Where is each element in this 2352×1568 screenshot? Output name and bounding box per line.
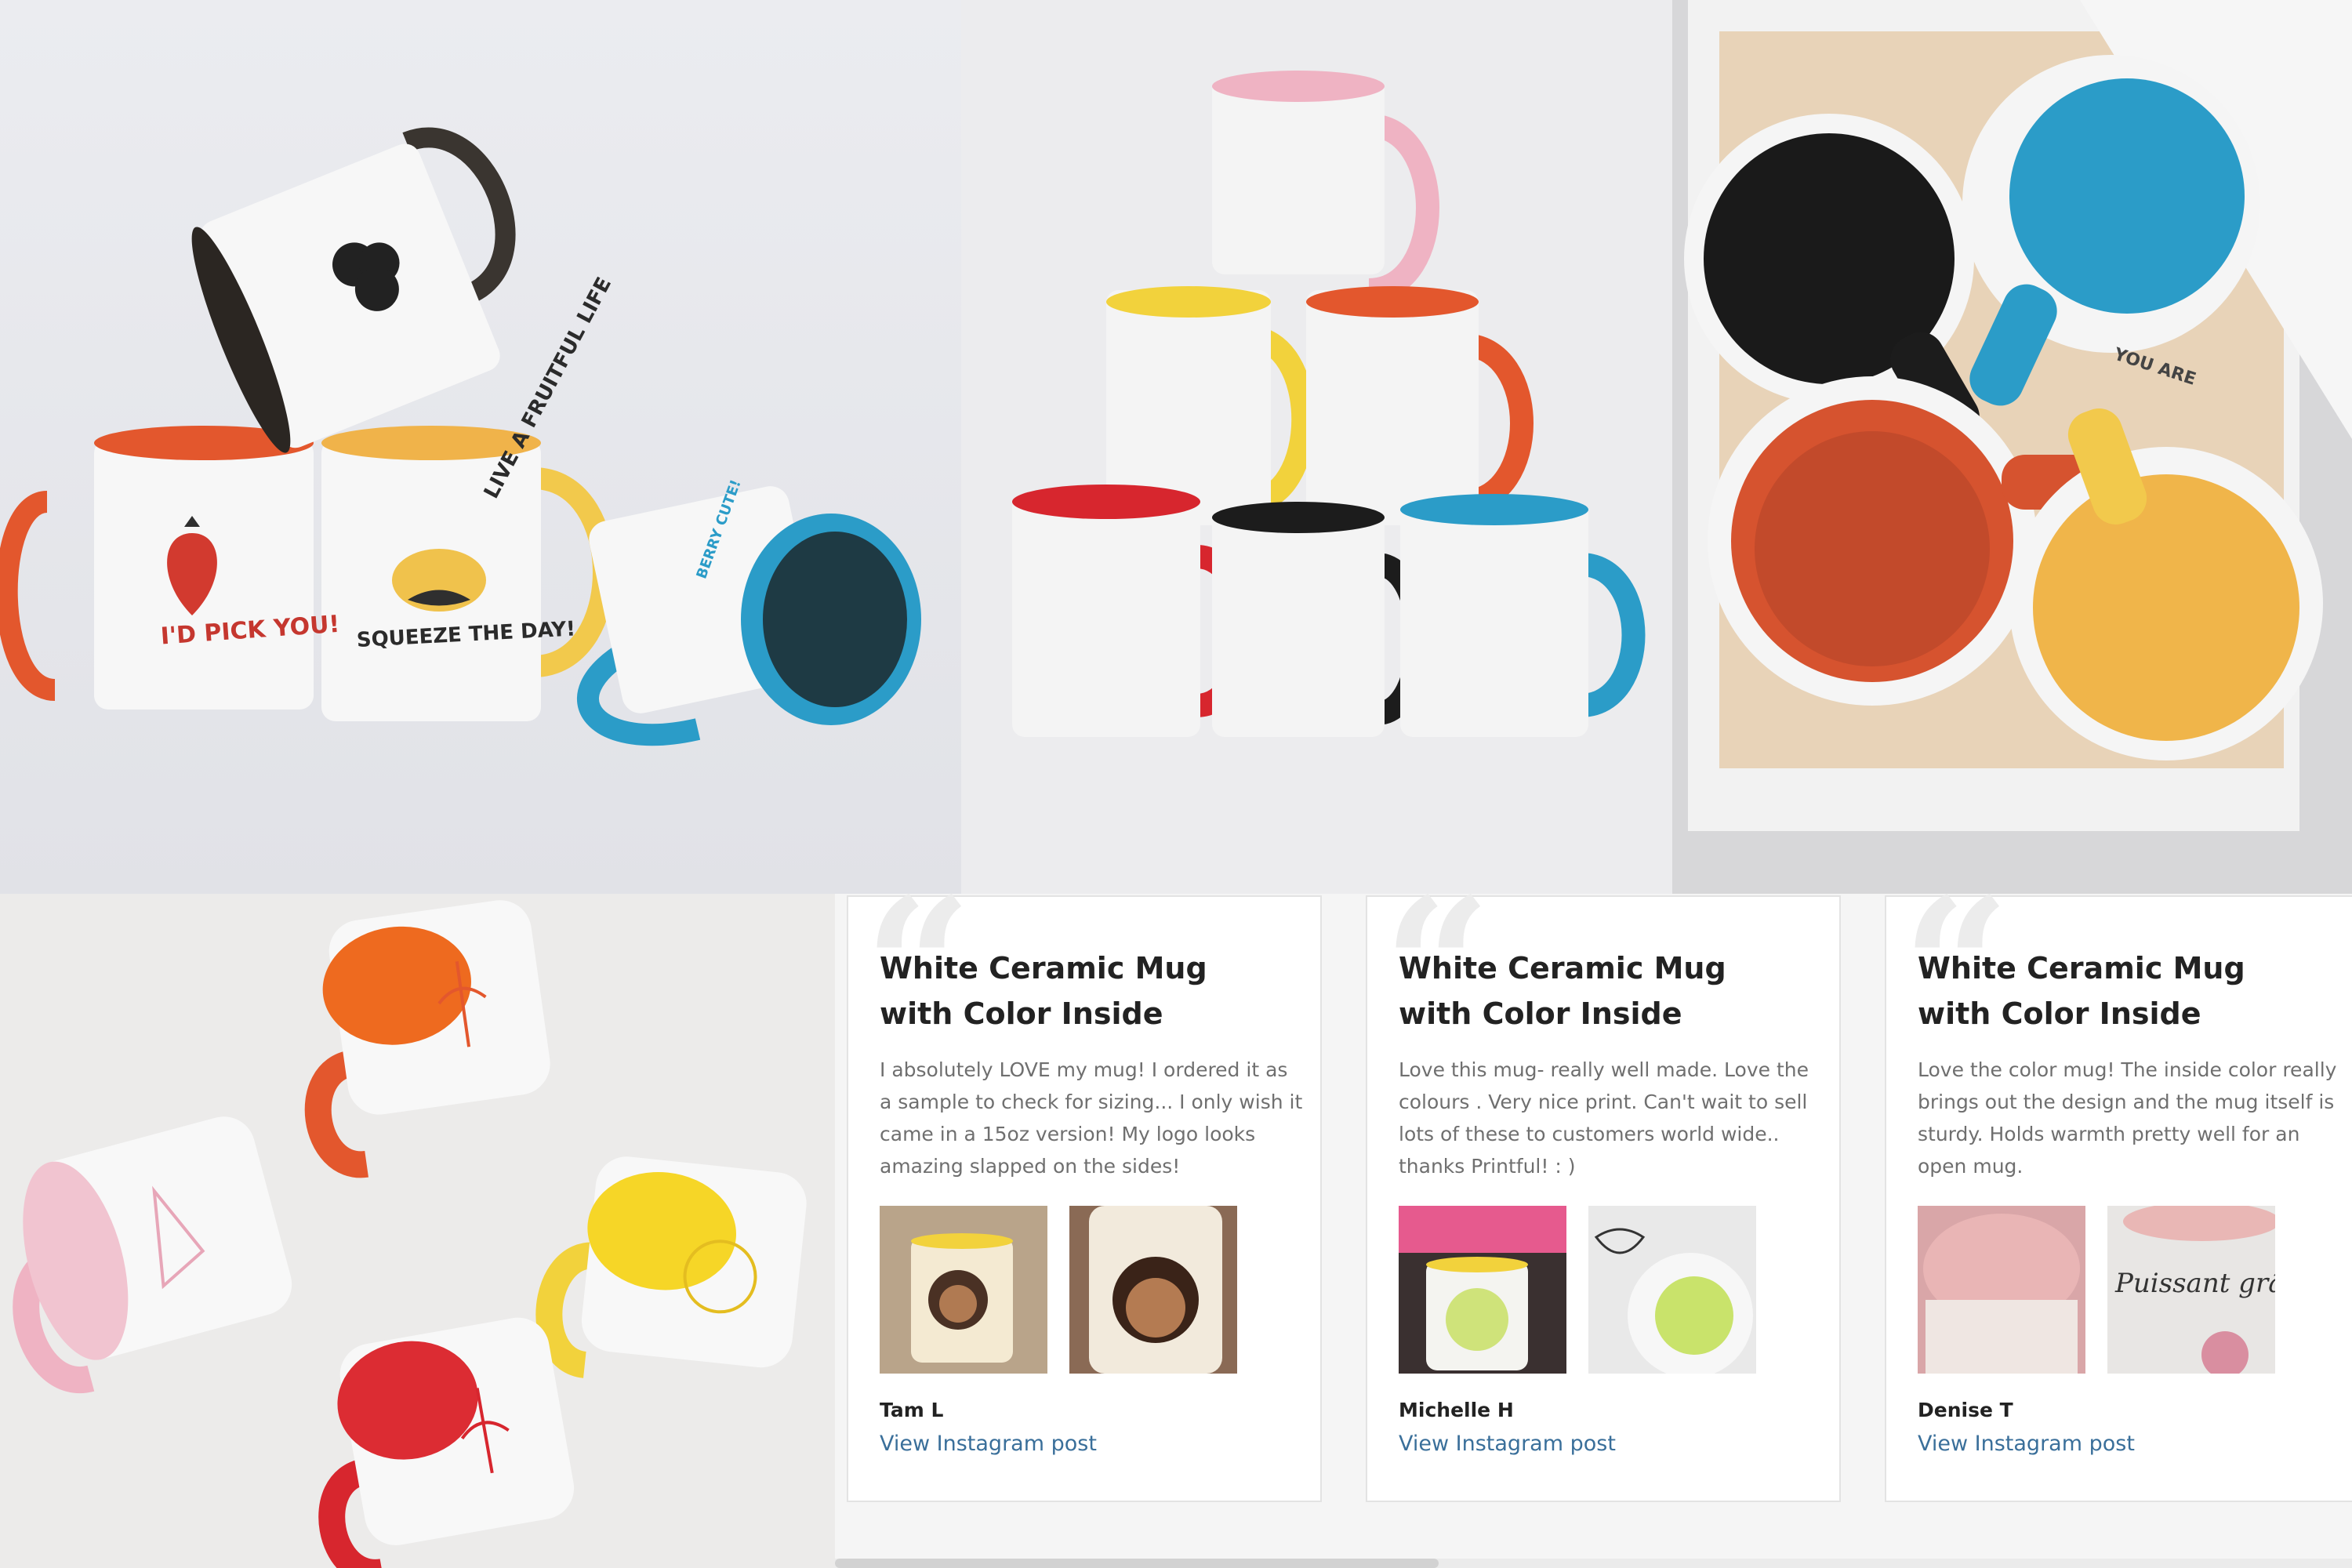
flat-lay-illustration — [0, 894, 835, 1568]
review-text: Love this mug- really well made. Love th… — [1399, 1058, 1809, 1178]
view-instagram-post-link[interactable]: View Instagram post — [1918, 1432, 2135, 1456]
mugs-in-box-illustration: YOU ARE — [1672, 0, 2352, 894]
review-photo[interactable] — [1588, 1206, 1756, 1374]
review-photo-yellow-mug — [1399, 1206, 1566, 1374]
review-photo[interactable] — [1069, 1206, 1237, 1374]
reviews-carousel: “ White Ceramic Mug with Color Inside I … — [835, 873, 2352, 1568]
review-photo-mug-closeup — [1069, 1206, 1237, 1374]
review-author: Tam L — [880, 1399, 944, 1421]
review-card: “ White Ceramic Mug with Color Inside Lo… — [1366, 873, 1841, 1502]
product-photo-mugs-in-box: YOU ARE — [1672, 0, 2352, 894]
review-text: Love the color mug! The inside color rea… — [1918, 1058, 2337, 1178]
fruit-mugs-illustration: LIVE A FRUITFUL LIFE I'D PICK YOU! SQUEE… — [0, 0, 961, 894]
carousel-scrollbar-thumb[interactable] — [835, 1559, 1439, 1568]
review-photo[interactable]: Puissant grâce à la foi — [2107, 1206, 2275, 1374]
mug-pyramid-illustration — [961, 0, 1672, 894]
review-text: I absolutely LOVE my mug! I ordered it a… — [880, 1058, 1303, 1178]
carousel-scrollbar[interactable] — [835, 1559, 2352, 1568]
review-photo-script-mug: Puissant grâce à la foi — [2107, 1206, 2275, 1374]
view-instagram-post-link[interactable]: View Instagram post — [1399, 1432, 1616, 1456]
review-photo-pink-inside — [1918, 1206, 2085, 1374]
view-instagram-post-link[interactable]: View Instagram post — [880, 1432, 1097, 1456]
review-photo[interactable] — [1918, 1206, 2085, 1374]
product-photo-flat-lay-mugs — [0, 894, 835, 1568]
review-photo[interactable] — [880, 1206, 1047, 1374]
review-photo-script-text: Puissant grâce à la foi — [2114, 1268, 2275, 1299]
review-title: White Ceramic Mug with Color Inside — [880, 951, 1207, 1031]
review-author: Denise T — [1918, 1399, 2013, 1421]
product-photo-fruit-mugs: LIVE A FRUITFUL LIFE I'D PICK YOU! SQUEE… — [0, 0, 961, 894]
review-author: Michelle H — [1399, 1399, 1514, 1421]
review-title: White Ceramic Mug with Color Inside — [1399, 951, 1726, 1031]
review-title: White Ceramic Mug with Color Inside — [1918, 951, 2245, 1031]
review-photo[interactable] — [1399, 1206, 1566, 1374]
review-card: “ White Ceramic Mug with Color Inside Lo… — [1885, 873, 2352, 1502]
product-photo-mug-pyramid — [961, 0, 1672, 894]
review-photo-mug-portrait — [880, 1206, 1047, 1374]
review-photo-mug-art — [1588, 1206, 1756, 1374]
review-card: “ White Ceramic Mug with Color Inside I … — [847, 873, 1322, 1502]
